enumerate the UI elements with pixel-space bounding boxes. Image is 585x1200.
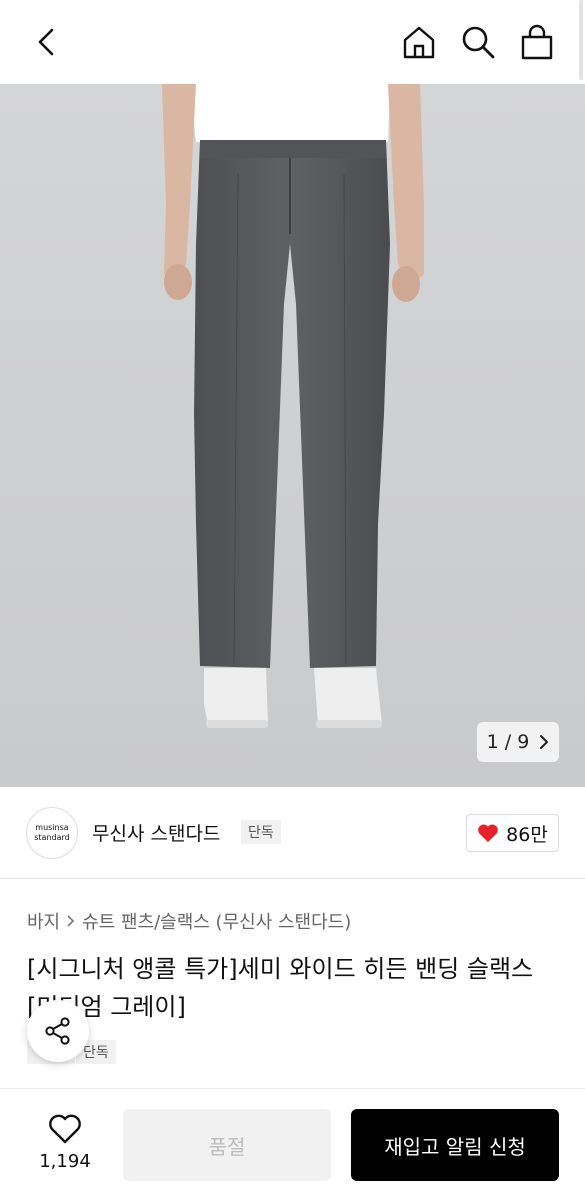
breadcrumb-item-category[interactable]: 바지 — [27, 908, 60, 934]
brand-logo-line2: standard — [34, 833, 70, 842]
exclusive-badge: 단독 — [241, 820, 281, 844]
shopping-bag-icon — [521, 24, 553, 60]
image-counter-button[interactable]: 1 / 9 — [477, 722, 559, 762]
brand-name-link[interactable]: 무신사 스탠다드 — [92, 819, 220, 846]
wishlist-button[interactable]: 1,194 — [32, 1113, 98, 1172]
product-title: [시그니처 앵콜 특가]세미 와이드 히든 밴딩 슬랙스 [미디엄 그레이] — [27, 955, 534, 1021]
heart-filled-icon — [478, 824, 498, 843]
breadcrumb-item-subcategory[interactable]: 슈트 팬츠/슬랙스 (무신사 스탠다드) — [82, 908, 351, 934]
cart-button[interactable] — [515, 20, 559, 64]
home-button[interactable] — [397, 20, 441, 64]
search-icon — [462, 26, 495, 59]
brand-row: musinsa standard 무신사 스탠다드 단독 86만 — [0, 787, 585, 879]
chevron-right-icon — [67, 915, 75, 927]
chevron-left-icon — [38, 28, 54, 56]
brand-logo[interactable]: musinsa standard — [26, 807, 78, 859]
heart-outline-icon — [49, 1114, 81, 1144]
share-icon — [45, 1017, 70, 1045]
back-button[interactable] — [24, 20, 68, 64]
home-icon — [403, 26, 435, 59]
product-image-gallery[interactable] — [0, 84, 585, 787]
brand-like-button[interactable]: 86만 — [466, 814, 559, 852]
wishlist-count: 1,194 — [39, 1151, 91, 1172]
brand-logo-line1: musinsa — [35, 823, 69, 832]
breadcrumb: 바지 슈트 팬츠/슬랙스 (무신사 스탠다드) — [27, 908, 351, 934]
product-photo — [0, 84, 585, 787]
chevron-right-icon — [540, 735, 549, 749]
image-counter-text: 1 / 9 — [486, 731, 530, 753]
page-scrollbar[interactable] — [579, 0, 583, 80]
top-navigation-bar — [0, 0, 585, 84]
share-button[interactable] — [27, 1000, 89, 1062]
restock-alert-button[interactable]: 재입고 알림 신청 — [351, 1109, 559, 1181]
soldout-button: 품절 — [123, 1109, 331, 1181]
brand-like-count: 86만 — [506, 823, 548, 846]
bottom-action-bar: 1,194 품절 재입고 알림 신청 — [0, 1088, 585, 1200]
search-button[interactable] — [456, 20, 500, 64]
